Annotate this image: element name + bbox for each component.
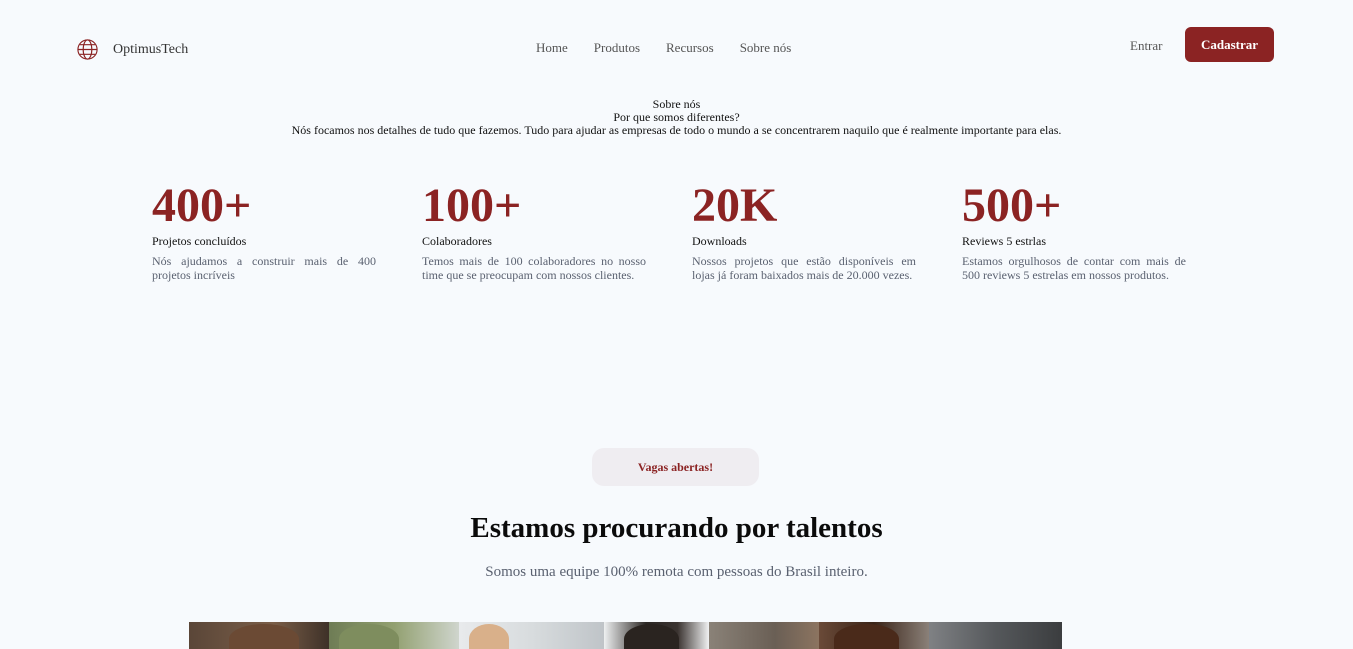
site-header: OptimusTech Home Produtos Recursos Sobre…: [0, 0, 1353, 95]
about-section: Sobre nós Por que somos diferentes? Nós …: [0, 98, 1353, 137]
stat-value: 20K: [692, 179, 778, 232]
stat-title: Colaboradores: [422, 234, 492, 248]
nav-item-sobre-nos[interactable]: Sobre nós: [740, 40, 792, 56]
globe-icon: [76, 38, 99, 61]
signup-button[interactable]: Cadastrar: [1185, 27, 1274, 62]
main-nav: Home Produtos Recursos Sobre nós: [536, 40, 817, 56]
nav-item-recursos[interactable]: Recursos: [666, 40, 714, 56]
photo-segment: [189, 622, 329, 649]
stat-item-downloads: 20K Downloads Nossos projetos que estão …: [692, 180, 916, 282]
login-link[interactable]: Entrar: [1130, 38, 1162, 54]
stat-item-reviews: 500+ Reviews 5 estrlas Estamos orgulhoso…: [962, 180, 1186, 282]
photo-segment: [929, 622, 1062, 649]
jobs-title: Estamos procurando por talentos: [470, 512, 883, 544]
about-description: Nós focamos nos detalhes de tudo que faz…: [291, 123, 1062, 137]
brand-logo-link[interactable]: OptimusTech: [76, 38, 188, 61]
photo-segment: [709, 622, 819, 649]
stat-description: Estamos orgulhosos de contar com mais de…: [962, 254, 1186, 282]
nav-item-produtos[interactable]: Produtos: [594, 40, 640, 56]
stat-description: Nós ajudamos a construir mais de 400 pro…: [152, 254, 376, 282]
stat-title: Reviews 5 estrlas: [962, 234, 1046, 248]
stat-description: Temos mais de 100 colaboradores no nosso…: [422, 254, 646, 282]
stat-title: Downloads: [692, 234, 747, 248]
photo-segment: [459, 622, 604, 649]
photo-segment: [604, 622, 709, 649]
stat-description: Nossos projetos que estão disponíveis em…: [692, 254, 916, 282]
photo-segment: [329, 622, 459, 649]
stat-title: Projetos concluídos: [152, 234, 247, 248]
stat-value: 500+: [962, 179, 1062, 232]
stat-value: 100+: [422, 179, 522, 232]
stat-value: 400+: [152, 179, 252, 232]
brand-name: OptimusTech: [113, 41, 189, 57]
nav-item-home[interactable]: Home: [536, 40, 568, 56]
jobs-subtitle: Somos uma equipe 100% remota com pessoas…: [485, 564, 868, 580]
open-positions-badge: Vagas abertas!: [592, 448, 759, 486]
stat-item-collaborators: 100+ Colaboradores Temos mais de 100 col…: [422, 180, 646, 282]
stat-item-projects: 400+ Projetos concluídos Nós ajudamos a …: [152, 180, 376, 282]
photo-segment: [819, 622, 929, 649]
team-photo: [189, 622, 1162, 649]
stats-section: 400+ Projetos concluídos Nós ajudamos a …: [152, 180, 1192, 310]
